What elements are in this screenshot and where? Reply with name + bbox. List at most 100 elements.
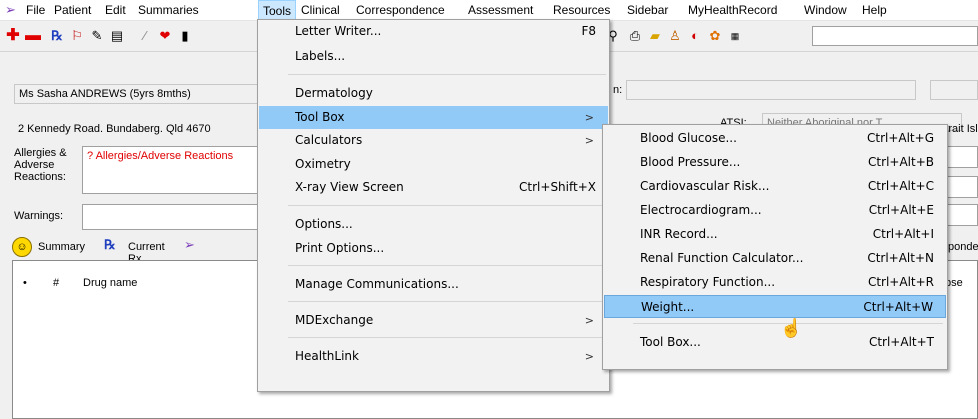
toolbar-search-input[interactable] — [812, 26, 978, 46]
menu-sidebar[interactable]: Sidebar — [627, 3, 668, 17]
menu-file[interactable]: File — [26, 3, 45, 17]
allergies-field[interactable]: ? Allergies/Adverse Reactions — [82, 146, 264, 194]
label: INR Record... — [640, 227, 718, 241]
menu-assessment[interactable]: Assessment — [468, 3, 533, 17]
label: Letter Writer... — [295, 24, 382, 38]
top-right-field-2 — [930, 80, 978, 100]
menu-item-letter-writer[interactable]: Letter Writer... F8 — [259, 20, 608, 43]
heart-icon[interactable]: ❤ — [156, 27, 174, 45]
run-icon[interactable]: ⚐ — [68, 27, 86, 45]
shortcut: Ctrl+Alt+E — [868, 203, 934, 217]
shortcut: Ctrl+Alt+T — [868, 335, 934, 349]
menu-item-tool-box-dialog[interactable]: Tool Box... Ctrl+Alt+T — [604, 331, 946, 354]
menu-item-tool-box[interactable]: Tool Box > — [259, 106, 608, 129]
shortcut: Ctrl+Alt+B — [868, 155, 934, 169]
tab-right-partial[interactable]: ponde — [948, 241, 978, 253]
menu-item-print-options[interactable]: Print Options... — [259, 237, 608, 260]
tab-logo-icon[interactable]: ➢ — [184, 237, 195, 253]
prescription-icon[interactable]: ℞ — [48, 27, 66, 45]
menu-summaries[interactable]: Summaries — [138, 3, 199, 17]
app-logo-icon: ➢ — [5, 2, 16, 17]
menu-separator — [288, 74, 606, 75]
menu-bar: ➢ File Patient Edit Summaries Tools Clin… — [0, 0, 978, 21]
menu-item-respiratory-function[interactable]: Respiratory Function... Ctrl+Alt+R — [604, 271, 946, 294]
flower-icon[interactable]: ✿ — [706, 27, 724, 45]
menu-item-mdexchange[interactable]: MDExchange > — [259, 309, 608, 332]
menu-item-calculators[interactable]: Calculators > — [259, 129, 608, 152]
menu-item-xray-view-screen[interactable]: X-ray View Screen Ctrl+Shift+X — [259, 176, 608, 199]
menu-patient[interactable]: Patient — [54, 3, 91, 17]
add-icon[interactable]: ✚ — [4, 27, 22, 45]
shortcut: Ctrl+Alt+N — [867, 251, 934, 265]
menu-window[interactable]: Window — [804, 3, 847, 17]
rx-icon: ℞ — [104, 237, 116, 252]
menu-separator — [288, 337, 606, 338]
hand-pointer-cursor-icon: ☝ — [780, 318, 803, 338]
menu-tools[interactable]: Tools — [258, 0, 297, 20]
label: X-ray View Screen — [295, 180, 404, 194]
patient-name-field: Ms Sasha ANDREWS (5yrs 8mths) — [14, 84, 264, 104]
tool-icon[interactable]: ▮ — [176, 27, 194, 45]
toolbox-submenu: Blood Glucose... Ctrl+Alt+G Blood Pressu… — [602, 124, 948, 370]
menu-item-options[interactable]: Options... — [259, 213, 608, 236]
submenu-arrow-icon: > — [584, 111, 594, 124]
label: Labels... — [295, 49, 346, 63]
shortcut: Ctrl+Shift+X — [519, 180, 596, 194]
person-icon[interactable]: ♙ — [666, 27, 684, 45]
shortcut: Ctrl+Alt+C — [867, 179, 934, 193]
label: Weight... — [641, 300, 695, 314]
label: Cardiovascular Risk... — [640, 179, 770, 193]
tab-summary[interactable]: Summary — [38, 241, 85, 253]
warnings-field[interactable] — [82, 204, 264, 230]
label: Respiratory Function... — [640, 275, 776, 289]
folder-icon[interactable]: ▰ — [646, 27, 664, 45]
menu-item-weight[interactable]: Weight... Ctrl+Alt+W — [604, 295, 946, 318]
submenu-arrow-icon: > — [584, 350, 594, 363]
print-icon[interactable]: ⎙ — [626, 27, 644, 45]
label: Manage Communications... — [295, 277, 459, 291]
top-right-field-1 — [626, 80, 916, 100]
menu-myhealthrecord[interactable]: MyHealthRecord — [688, 3, 777, 17]
menu-edit[interactable]: Edit — [105, 3, 126, 17]
smiley-icon: ☺ — [12, 237, 32, 257]
label: Options... — [295, 217, 353, 231]
warnings-label: Warnings: — [14, 210, 64, 222]
shortcut: Ctrl+Alt+R — [867, 275, 934, 289]
label: Oximetry — [295, 157, 351, 171]
remove-icon[interactable]: ▬ — [24, 27, 42, 45]
menu-item-labels[interactable]: Labels... — [259, 45, 608, 68]
menu-separator — [288, 205, 606, 206]
label: Tool Box... — [640, 335, 701, 349]
menu-separator — [288, 301, 606, 302]
allergies-label: Allergies & Adverse Reactions: — [14, 147, 67, 183]
menu-item-renal-function-calculator[interactable]: Renal Function Calculator... Ctrl+Alt+N — [604, 247, 946, 270]
half-circle-icon[interactable]: ◐ — [686, 27, 704, 45]
label: Calculators — [295, 133, 363, 147]
label: Renal Function Calculator... — [640, 251, 804, 265]
submenu-arrow-icon: > — [584, 134, 594, 147]
menu-correspondence[interactable]: Correspondence — [356, 3, 445, 17]
menu-help[interactable]: Help — [862, 3, 887, 17]
menu-item-oximetry[interactable]: Oximetry — [259, 153, 608, 176]
sms-icon[interactable]: ▦ — [726, 27, 744, 45]
menu-item-blood-glucose[interactable]: Blood Glucose... Ctrl+Alt+G — [604, 127, 946, 150]
menu-clinical[interactable]: Clinical — [301, 3, 340, 17]
col-hash: # — [53, 277, 60, 289]
shortcut: Ctrl+Alt+I — [872, 227, 934, 241]
menu-resources[interactable]: Resources — [553, 3, 610, 17]
label: Tool Box — [295, 110, 345, 124]
menu-item-manage-communications[interactable]: Manage Communications... — [259, 273, 608, 296]
menu-item-dermatology[interactable]: Dermatology — [259, 82, 608, 105]
menu-item-electrocardiogram[interactable]: Electrocardiogram... Ctrl+Alt+E — [604, 199, 946, 222]
shortcut: Ctrl+Alt+G — [866, 131, 934, 145]
shortcut: Ctrl+Alt+W — [863, 300, 933, 314]
notes-icon[interactable]: ✎ — [88, 27, 106, 45]
menu-separator — [288, 265, 606, 266]
needle-icon[interactable]: ⁄ — [136, 27, 154, 45]
label: Dermatology — [295, 86, 373, 100]
book-icon[interactable]: ▤ — [108, 27, 126, 45]
menu-item-blood-pressure[interactable]: Blood Pressure... Ctrl+Alt+B — [604, 151, 946, 174]
menu-item-cardiovascular-risk[interactable]: Cardiovascular Risk... Ctrl+Alt+C — [604, 175, 946, 198]
menu-item-inr-record[interactable]: INR Record... Ctrl+Alt+I — [604, 223, 946, 246]
menu-item-healthlink[interactable]: HealthLink > — [259, 345, 608, 368]
